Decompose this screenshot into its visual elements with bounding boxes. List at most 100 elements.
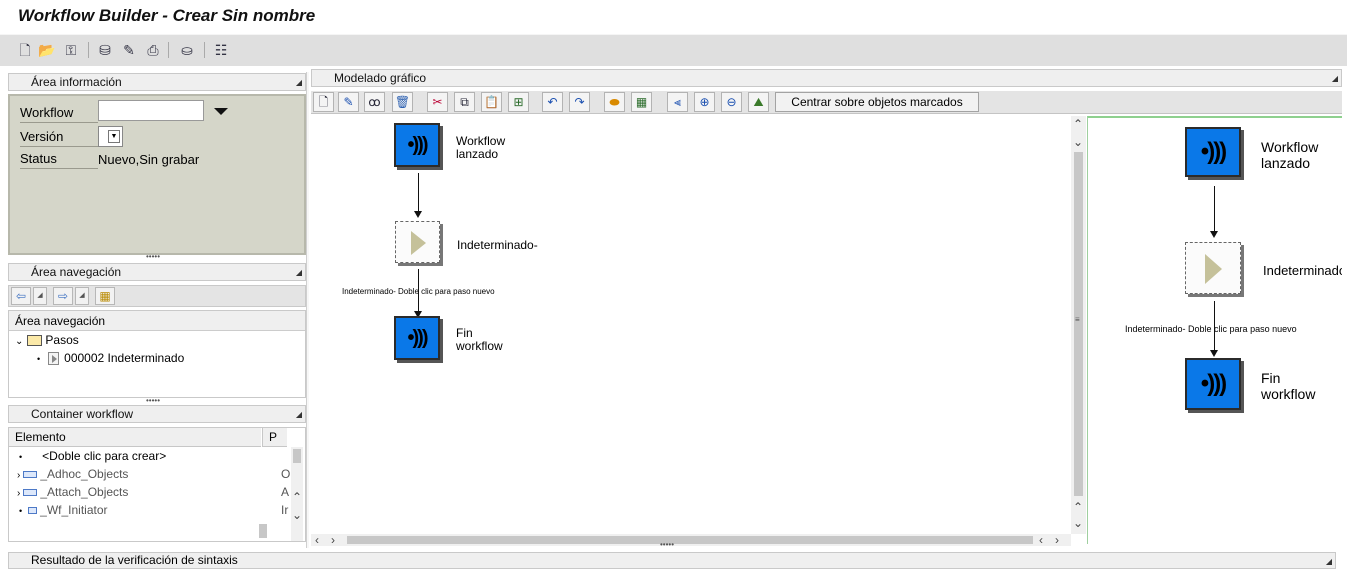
new-document-icon[interactable]: 🗋 bbox=[313, 92, 334, 112]
tree-step-item[interactable]: • 000002 Indeterminado bbox=[37, 350, 184, 367]
chevron-right-icon[interactable]: › bbox=[17, 488, 20, 499]
scroll-up-icon[interactable]: ⌃ bbox=[1073, 118, 1083, 130]
workflow-dropdown-icon[interactable] bbox=[214, 108, 228, 115]
landscape-icon[interactable]: ⛰ bbox=[748, 92, 769, 112]
splitter-handle[interactable]: ••••• bbox=[660, 540, 674, 549]
center-marked-objects-button[interactable]: Centrar sobre objetos marcados bbox=[775, 92, 979, 112]
new-document-icon[interactable]: 🗋 bbox=[16, 41, 34, 59]
collapse-icon[interactable]: ◢ bbox=[296, 407, 302, 423]
scroll-down-icon[interactable]: ⌄ bbox=[292, 509, 302, 521]
table-row[interactable]: › _Attach_Objects bbox=[9, 483, 264, 501]
scroll-down-icon[interactable]: ⌄ bbox=[1073, 136, 1083, 148]
hierarchy-icon[interactable]: ⛁ bbox=[96, 41, 114, 59]
toolbar-separator bbox=[168, 42, 169, 58]
forward-menu-icon[interactable]: ◢ bbox=[75, 287, 89, 305]
collapse-icon[interactable]: ◢ bbox=[1326, 554, 1332, 569]
open-folder-icon[interactable]: 📂 bbox=[38, 41, 56, 59]
node-workflow-start[interactable]: •))) bbox=[394, 123, 440, 167]
overview-canvas[interactable]: •))) Workflow lanzado Indeterminado- Ind… bbox=[1087, 116, 1342, 544]
scroll-left-icon[interactable]: ‹ bbox=[315, 534, 319, 546]
insert-step-hint[interactable]: Indeterminado- Doble clic para paso nuev… bbox=[342, 287, 495, 296]
chevron-down-icon[interactable]: ⌄ bbox=[15, 336, 23, 347]
forward-arrow-icon[interactable]: ⇨ bbox=[53, 287, 73, 305]
scroll-down-icon[interactable]: ⌄ bbox=[1073, 517, 1083, 529]
key-wand-icon[interactable]: ⚿ bbox=[62, 41, 80, 59]
pot-icon[interactable]: ⬬ bbox=[604, 92, 625, 112]
hat-icon[interactable]: ⛀ bbox=[178, 41, 196, 59]
splitter-handle[interactable]: ••••• bbox=[146, 396, 160, 405]
node-start-label-2: lanzado bbox=[456, 147, 499, 161]
version-select[interactable]: ▼ bbox=[98, 126, 123, 147]
zoom-out-icon[interactable]: ⊖ bbox=[721, 92, 742, 112]
copy-icon[interactable]: ⧉ bbox=[454, 92, 475, 112]
scroll-right-icon[interactable]: › bbox=[331, 534, 335, 546]
tree-folder-pasos[interactable]: ⌄ Pasos bbox=[15, 332, 79, 350]
node-workflow-end[interactable]: •))) bbox=[394, 316, 440, 360]
overview-node-end[interactable]: •))) bbox=[1185, 358, 1241, 410]
column-header-p[interactable]: P bbox=[262, 428, 287, 447]
overview-node-step[interactable] bbox=[1185, 242, 1241, 294]
vertical-splitter[interactable] bbox=[306, 72, 309, 548]
scroll-thumb[interactable] bbox=[293, 449, 301, 463]
syntax-result-header[interactable]: Resultado de la verificación de sintaxis… bbox=[8, 552, 1336, 569]
folder-label: Pasos bbox=[45, 333, 79, 347]
paste-icon[interactable]: 📋 bbox=[481, 92, 502, 112]
collapse-icon[interactable]: ◢ bbox=[296, 265, 302, 281]
canvas-vscrollbar[interactable]: ⌃ ⌄ ⌃ ⌄ bbox=[1071, 116, 1086, 534]
row-p-value: Ir bbox=[281, 503, 289, 517]
workflow-canvas[interactable]: •))) Workflow lanzado Indeterminado- Ind… bbox=[311, 116, 1071, 534]
tree-layout-icon[interactable]: ▦ bbox=[95, 287, 115, 305]
table-row[interactable]: • _Wf_Initiator bbox=[9, 501, 264, 519]
splitter-handle[interactable]: ••••• bbox=[146, 252, 160, 261]
overview-step-label: Indeterminado- bbox=[1263, 263, 1342, 278]
column-header-element[interactable]: Elemento bbox=[9, 428, 261, 447]
grid-vscrollbar[interactable]: ⌃ ⌄ bbox=[291, 447, 303, 541]
table-row[interactable]: › _Adhoc_Objects bbox=[9, 465, 264, 483]
chevron-right-icon[interactable]: › bbox=[17, 470, 20, 481]
scroll-left-icon[interactable]: ‹ bbox=[1039, 534, 1043, 546]
chevron-down-icon[interactable]: ▼ bbox=[108, 130, 120, 143]
cut-icon[interactable]: ✂ bbox=[427, 92, 448, 112]
table-row[interactable]: • <Doble clic para crear> bbox=[9, 447, 264, 465]
back-arrow-icon[interactable]: ⇦ bbox=[11, 287, 31, 305]
title-bar: Workflow Builder - Crear Sin nombre bbox=[0, 0, 1347, 34]
pencil-icon[interactable]: ✎ bbox=[338, 92, 359, 112]
undo-icon[interactable]: ↶ bbox=[542, 92, 563, 112]
zoom-in-icon[interactable]: ⊕ bbox=[694, 92, 715, 112]
window-title: Workflow Builder - Crear Sin nombre bbox=[18, 6, 316, 25]
row-label: _Adhoc_Objects bbox=[40, 467, 129, 481]
redo-icon[interactable]: ↷ bbox=[569, 92, 590, 112]
nav-area-header[interactable]: Área navegación ◢ bbox=[8, 263, 306, 281]
scroll-up-icon[interactable]: ⌃ bbox=[1073, 501, 1083, 513]
scroll-up-icon[interactable]: ⌃ bbox=[292, 491, 302, 503]
overview-node-start[interactable]: •))) bbox=[1185, 127, 1241, 177]
nav-tree-header: Área navegación bbox=[9, 311, 305, 331]
graphic-header[interactable]: Modelado gráfico ◢ bbox=[311, 69, 1342, 87]
scroll-right-icon[interactable]: › bbox=[1055, 534, 1059, 546]
paste-special-icon[interactable]: ⊞ bbox=[508, 92, 529, 112]
collapse-icon[interactable]: ◢ bbox=[296, 75, 302, 91]
splitter-handle[interactable]: ≡ bbox=[1075, 316, 1083, 324]
scroll-thumb[interactable] bbox=[347, 536, 1033, 544]
scroll-thumb[interactable] bbox=[1074, 152, 1083, 496]
collapse-icon[interactable]: ◢ bbox=[1332, 71, 1338, 87]
node-step-label: Indeterminado- bbox=[457, 238, 538, 252]
canvas-hscrollbar[interactable]: ‹ › ‹ › bbox=[311, 534, 1071, 546]
print-icon[interactable]: ⎙ bbox=[144, 41, 162, 59]
container-header[interactable]: Container workflow ◢ bbox=[8, 405, 306, 423]
overview-end-label-2: workflow bbox=[1261, 386, 1316, 402]
align-icon[interactable]: ⫷ bbox=[667, 92, 688, 112]
pencil-icon[interactable]: ✎ bbox=[120, 41, 138, 59]
trash-icon[interactable]: 🗑 bbox=[392, 92, 413, 112]
grid-hscroll-thumb[interactable] bbox=[259, 524, 267, 538]
info-area-header[interactable]: Área información ◢ bbox=[8, 73, 306, 91]
overview-insert-hint[interactable]: Indeterminado- Doble clic para paso nuev… bbox=[1125, 324, 1297, 334]
list-icon[interactable]: ☷ bbox=[212, 41, 230, 59]
glasses-icon[interactable]: ꝏ bbox=[364, 92, 385, 112]
workflow-input[interactable] bbox=[98, 100, 204, 121]
object-icon bbox=[23, 471, 38, 479]
grid-icon[interactable]: ▦ bbox=[631, 92, 652, 112]
back-menu-icon[interactable]: ◢ bbox=[33, 287, 47, 305]
node-step-undetermined[interactable] bbox=[395, 221, 440, 263]
info-area-title: Área información bbox=[31, 75, 122, 89]
